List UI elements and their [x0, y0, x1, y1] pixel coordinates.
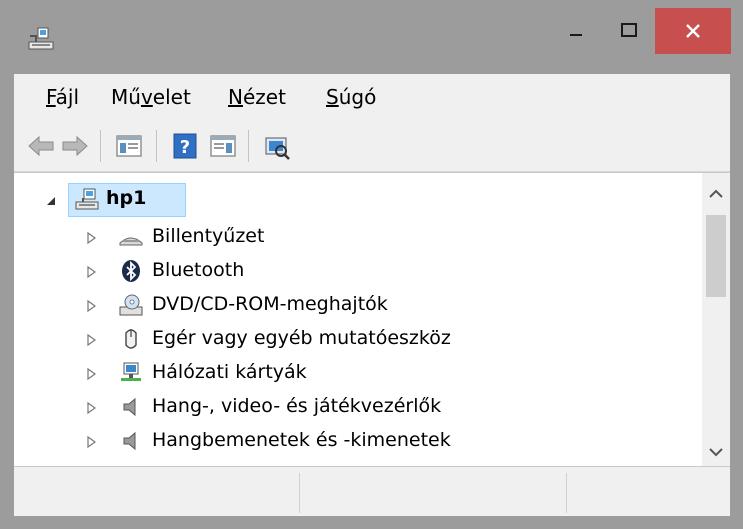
expand-triangle-icon[interactable] — [84, 367, 98, 381]
menu-view[interactable]: Nézet — [228, 85, 286, 109]
network-adapter-icon — [121, 362, 141, 381]
tree-item-label[interactable]: Hang-, video- és játékvezérlők — [152, 395, 441, 417]
status-bar — [14, 466, 730, 516]
toolbar-separator — [248, 130, 249, 162]
close-icon — [686, 24, 700, 38]
scan-hardware-icon[interactable] — [262, 132, 292, 160]
computer-icon — [75, 188, 99, 210]
maximize-icon — [621, 23, 637, 37]
tree-item-label[interactable]: Hangbemenetek és -kimenetek — [152, 429, 451, 451]
back-arrow-icon[interactable] — [26, 132, 56, 160]
status-cell — [567, 475, 730, 513]
svg-text:?: ? — [180, 137, 190, 158]
expand-triangle-icon[interactable] — [84, 435, 98, 449]
tree-item-label[interactable]: Egér vagy egyéb mutatóeszköz — [152, 327, 451, 349]
action-pane-icon[interactable] — [208, 132, 238, 160]
expand-triangle-icon[interactable] — [84, 299, 98, 313]
status-cell — [14, 475, 298, 513]
expand-triangle-icon[interactable] — [84, 265, 98, 279]
menu-bar: Fájl Művelet Nézet Súgó — [14, 74, 730, 120]
scroll-up-arrow-icon[interactable] — [702, 179, 730, 209]
audio-io-icon — [123, 431, 136, 451]
tree-root-label[interactable]: hp1 — [106, 187, 146, 209]
status-cell — [300, 475, 566, 513]
console-tree-icon[interactable] — [114, 132, 144, 160]
menu-action[interactable]: Művelet — [111, 85, 191, 109]
collapse-triangle-icon[interactable] — [44, 194, 58, 208]
tree-item-label[interactable]: DVD/CD-ROM-meghajtók — [152, 293, 388, 315]
menu-help[interactable]: Súgó — [326, 85, 376, 109]
bluetooth-icon — [122, 260, 140, 282]
menu-file[interactable]: Fájl — [46, 85, 79, 109]
help-icon[interactable]: ? — [170, 132, 200, 160]
forward-arrow-icon[interactable] — [60, 132, 90, 160]
expand-triangle-icon[interactable] — [84, 401, 98, 415]
device-manager-window: Fájl Művelet Nézet Súgó ? hp1 Billentyűz… — [0, 0, 743, 529]
speaker-icon — [123, 397, 136, 417]
title-bar[interactable] — [0, 0, 743, 74]
vertical-scrollbar[interactable] — [702, 173, 730, 466]
minimize-icon — [570, 34, 582, 36]
tree-item-label[interactable]: Billentyűzet — [152, 225, 264, 247]
scroll-down-arrow-icon[interactable] — [702, 437, 730, 466]
toolbar-separator — [100, 130, 101, 162]
dvd-drive-icon — [119, 294, 143, 316]
scrollbar-thumb[interactable] — [706, 215, 726, 297]
tree-item-label[interactable]: Hálózati kártyák — [152, 361, 307, 383]
device-tree[interactable]: hp1 Billentyűzet Bluetooth DVD/CD-ROM-me… — [14, 172, 730, 466]
expand-triangle-icon[interactable] — [84, 333, 98, 347]
keyboard-icon — [119, 237, 143, 246]
maximize-button[interactable] — [604, 6, 654, 56]
toolbar: ? — [14, 120, 730, 172]
minimize-button[interactable] — [556, 6, 596, 56]
toolbar-separator — [156, 130, 157, 162]
computer-tree-icon[interactable] — [26, 22, 56, 52]
tree-item-label[interactable]: Bluetooth — [152, 259, 244, 281]
close-button[interactable] — [655, 8, 731, 54]
mouse-icon — [125, 329, 137, 349]
expand-triangle-icon[interactable] — [84, 231, 98, 245]
